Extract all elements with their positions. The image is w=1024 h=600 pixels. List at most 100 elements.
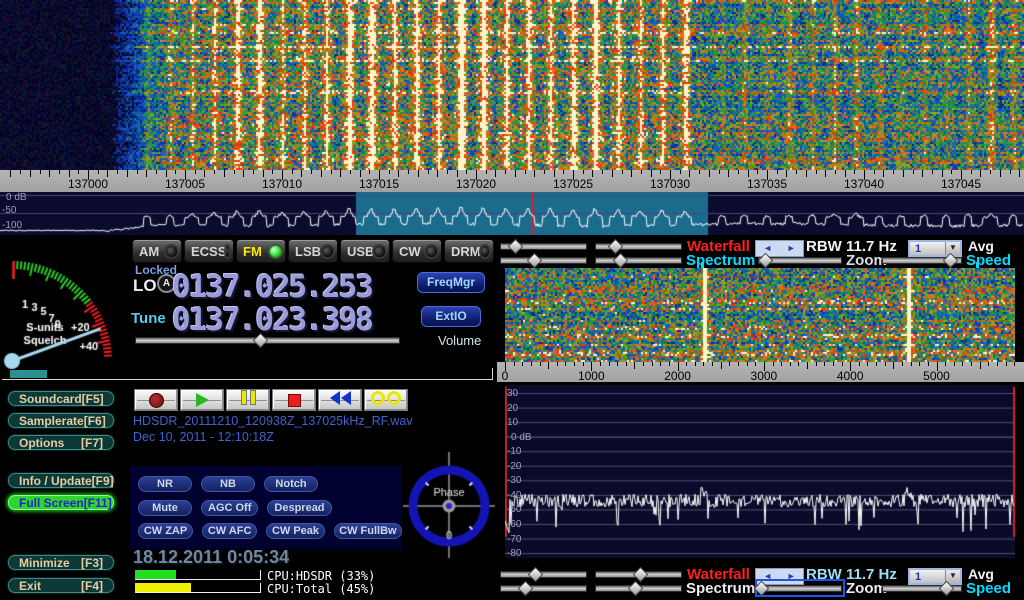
af-tick xyxy=(634,362,635,369)
af-tick xyxy=(842,362,843,366)
mode-button-usb[interactable]: USB xyxy=(340,239,390,263)
phase-dial[interactable] xyxy=(399,449,499,561)
menu-button-minimize[interactable]: Minimize[F3] xyxy=(7,554,115,571)
af-tick xyxy=(609,362,610,366)
rewind-button[interactable] xyxy=(318,389,362,411)
waterfall-contrast-slider-bottom-thumb[interactable] xyxy=(528,567,544,583)
dsp-button-mute[interactable]: Mute xyxy=(138,500,192,516)
menu-button-fkey: [F7] xyxy=(81,436,103,450)
freq-tick xyxy=(922,170,923,177)
volume-label: Volume xyxy=(438,333,481,348)
spectrum-contrast-slider-bottom-thumb[interactable] xyxy=(518,581,534,597)
spectrum-contrast-slider-bottom[interactable] xyxy=(500,582,587,594)
lo-frequency-display[interactable]: 0137.025.253 xyxy=(172,272,372,303)
freq-tick xyxy=(660,170,661,174)
af-tick xyxy=(1006,362,1007,366)
spectrum-brightness-slider-top[interactable] xyxy=(595,254,682,266)
speed-slider-bottom-thumb[interactable] xyxy=(939,581,955,597)
freq-tick xyxy=(389,170,390,174)
dsp-button-nr[interactable]: NR xyxy=(138,476,192,492)
spectrum-brightness-slider-bottom-thumb[interactable] xyxy=(628,581,644,597)
squelch-indicator[interactable] xyxy=(10,370,47,378)
freq-tick xyxy=(971,170,972,174)
menu-button-info-update[interactable]: Info / Update[F9] xyxy=(7,472,115,489)
volume-slider-thumb[interactable] xyxy=(252,333,268,349)
dsp-button-nb[interactable]: NB xyxy=(201,476,255,492)
extio-button[interactable]: ExtIO xyxy=(421,306,481,327)
af-tick xyxy=(980,362,981,369)
af-frequency-scale[interactable]: 010002000300040005000 xyxy=(497,362,1024,382)
speed-slider-top[interactable] xyxy=(882,254,962,266)
rf-frequency-scale[interactable]: 1370001370051370101370151370201370251370… xyxy=(0,170,1024,192)
spectrum-contrast-slider-top[interactable] xyxy=(500,254,587,266)
dsp-button-cw-peak[interactable]: CW Peak xyxy=(266,523,325,539)
mode-led-indicator xyxy=(322,246,333,257)
mode-label: DRM xyxy=(451,244,481,259)
freq-tick xyxy=(20,170,21,174)
mode-button-am[interactable]: AM xyxy=(132,239,182,263)
menu-button-fkey: [F6] xyxy=(84,414,106,428)
af-tick xyxy=(600,362,601,366)
tune-frequency-display[interactable]: 0137.023.398 xyxy=(172,305,372,336)
waterfall-brightness-slider-bottom[interactable] xyxy=(595,568,682,580)
menu-button-text: Soundcard xyxy=(19,392,82,406)
tape-button[interactable] xyxy=(364,389,408,411)
dsp-button-cw-afc[interactable]: CW AFC xyxy=(202,523,257,539)
mode-button-cw[interactable]: CW xyxy=(392,239,442,263)
panel-separator-tick xyxy=(492,368,493,380)
freq-tick xyxy=(825,170,826,177)
record-button[interactable] xyxy=(134,389,178,411)
pause-button[interactable] xyxy=(226,389,270,411)
spectrum-label-bottom: Spectrum xyxy=(686,580,755,597)
menu-button-text: Full Screen xyxy=(19,496,84,510)
dsp-button-cw-fullbw[interactable]: CW FullBw xyxy=(334,523,402,539)
spectrum-contrast-slider-top-thumb[interactable] xyxy=(527,253,543,269)
menu-button-text: Minimize xyxy=(19,556,70,570)
waterfall-brightness-slider-top[interactable] xyxy=(595,240,682,252)
menu-button-samplerate[interactable]: Samplerate[F6] xyxy=(7,412,115,429)
waterfall-contrast-slider-top[interactable] xyxy=(500,240,587,252)
play-button[interactable] xyxy=(180,389,224,411)
waterfall-contrast-slider-top-thumb[interactable] xyxy=(508,239,524,255)
rf-spectrum-display[interactable] xyxy=(0,192,1024,235)
af-tick xyxy=(531,362,532,366)
freq-tick xyxy=(253,170,254,174)
freq-tick xyxy=(466,170,467,174)
spectrum-brightness-slider-bottom[interactable] xyxy=(595,582,682,594)
mode-button-drm[interactable]: DRM xyxy=(444,239,494,263)
mode-button-fm[interactable]: FM xyxy=(236,239,286,263)
dsp-button-agc-off[interactable]: AGC Off xyxy=(201,500,258,516)
freq-tick xyxy=(457,170,458,177)
zoom-slider-top-thumb[interactable] xyxy=(757,253,773,269)
af-waterfall-display[interactable] xyxy=(505,268,1015,362)
af-tick xyxy=(669,362,670,366)
speed-slider-top-thumb[interactable] xyxy=(943,253,959,269)
menu-button-soundcard[interactable]: Soundcard[F5] xyxy=(7,390,115,407)
zoom-slider-bottom[interactable] xyxy=(758,582,842,594)
waterfall-contrast-slider-bottom[interactable] xyxy=(500,568,587,580)
freq-tick xyxy=(78,170,79,174)
af-tick xyxy=(859,362,860,366)
dsp-button-despread[interactable]: Despread xyxy=(267,500,331,516)
dsp-button-notch[interactable]: Notch xyxy=(264,476,318,492)
mode-button-lsb[interactable]: LSB xyxy=(288,239,338,263)
menu-button-options[interactable]: Options[F7] xyxy=(7,434,115,451)
freqmgr-button[interactable]: FreqMgr xyxy=(417,272,485,293)
af-tick xyxy=(652,362,653,366)
volume-slider[interactable] xyxy=(135,334,400,346)
dsp-button-cw-zap[interactable]: CW ZAP xyxy=(138,523,193,539)
af-tick xyxy=(540,362,541,366)
zoom-slider-top[interactable] xyxy=(758,254,842,266)
mode-button-ecss[interactable]: ECSS xyxy=(184,239,234,263)
speed-slider-bottom[interactable] xyxy=(882,582,962,594)
menu-button-exit[interactable]: Exit[F4] xyxy=(7,577,115,594)
stop-button[interactable] xyxy=(272,389,316,411)
waterfall-brightness-slider-top-thumb[interactable] xyxy=(608,239,624,255)
af-db-label: 30 xyxy=(507,388,518,399)
af-spectrum-display[interactable] xyxy=(505,385,1015,558)
rf-waterfall-display[interactable] xyxy=(0,0,1024,170)
af-tick xyxy=(945,362,946,366)
menu-button-full-screen[interactable]: Full Screen[F11] xyxy=(7,494,115,511)
spectrum-brightness-slider-top-thumb[interactable] xyxy=(613,253,629,269)
dsp-panel: NR NB Notch Mute AGC Off Despread CW ZAP CW AFC… xyxy=(130,466,402,549)
